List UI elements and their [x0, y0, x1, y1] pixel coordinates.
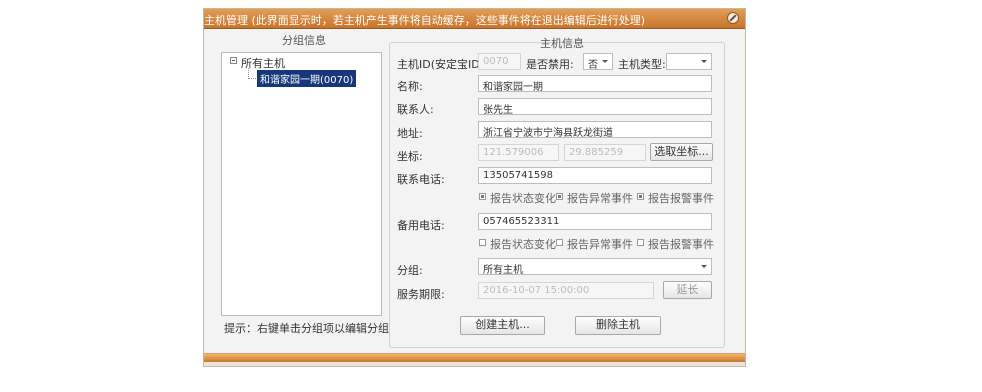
host-management-window: 主机管理 (此界面显示时，若主机产生事件将自动缓存，这些事件将在退出编辑后进行处… — [203, 8, 746, 367]
name-field[interactable]: 和谐家园一期 — [478, 75, 712, 92]
disabled-label: 是否禁用: — [526, 58, 574, 71]
delete-host-button[interactable]: 删除主机 — [575, 316, 661, 335]
chevron-down-icon — [701, 265, 707, 268]
disabled-value: 否 — [588, 60, 598, 71]
phone-report-alarm-checkbox[interactable]: 报告报警事件 — [637, 190, 714, 206]
checkbox-label: 报告异常事件 — [567, 238, 633, 251]
host-type-label: 主机类型: — [618, 58, 666, 71]
backup-report-status-checkbox[interactable]: 报告状态变化 — [479, 236, 556, 252]
group-panel-title: 分组信息 — [282, 34, 326, 47]
backup-report-alarm-checkbox[interactable]: 报告报警事件 — [637, 236, 714, 252]
address-label: 地址: — [397, 127, 423, 140]
group-value: 所有主机 — [483, 265, 523, 276]
phone-report-status-checkbox[interactable]: 报告状态变化 — [479, 190, 556, 206]
title-bar: 主机管理 (此界面显示时，若主机产生事件将自动缓存，这些事件将在退出编辑后进行处… — [204, 9, 745, 29]
service-period-label: 服务期限: — [397, 288, 445, 301]
disabled-select[interactable]: 否 — [583, 53, 613, 71]
checkbox-checked-icon — [637, 193, 644, 200]
host-info-title: 主机信息 — [540, 37, 584, 50]
checkbox-label: 报告状态变化 — [490, 192, 556, 205]
chevron-down-icon — [602, 60, 608, 63]
extend-button[interactable]: 延长 — [663, 281, 712, 299]
coord-label: 坐标: — [397, 150, 423, 163]
checkbox-label: 报告状态变化 — [490, 238, 556, 251]
checkbox-label: 报告报警事件 — [648, 238, 714, 251]
close-icon[interactable] — [727, 12, 739, 24]
checkbox-icon — [479, 239, 486, 246]
tree-item-host[interactable]: 和谐家园一期(0070) — [257, 70, 357, 87]
group-select[interactable]: 所有主机 — [478, 258, 712, 276]
pick-coordinate-button[interactable]: 选取坐标... — [650, 143, 713, 161]
chevron-down-icon — [701, 60, 707, 63]
tree-connector — [248, 78, 256, 79]
checkbox-label: 报告异常事件 — [567, 192, 633, 205]
window-title: 主机管理 (此界面显示时，若主机产生事件将自动缓存，这些事件将在退出编辑后进行处… — [204, 14, 646, 27]
phone-field[interactable]: 13505741598 — [478, 167, 712, 184]
contact-label: 联系人: — [397, 103, 434, 116]
group-label: 分组: — [397, 264, 423, 277]
backup-phone-label: 备用电话: — [397, 219, 445, 232]
address-field[interactable]: 浙江省宁波市宁海县跃龙街道 — [478, 121, 712, 138]
bottom-shadow — [204, 362, 745, 366]
checkbox-checked-icon — [556, 193, 563, 200]
backup-phone-field[interactable]: 057465523311 — [478, 213, 712, 230]
backup-report-fault-checkbox[interactable]: 报告异常事件 — [556, 236, 633, 252]
group-tree[interactable]: 所有主机 和谐家园一期(0070) — [221, 52, 382, 316]
checkbox-label: 报告报警事件 — [648, 192, 714, 205]
checkbox-icon — [637, 239, 644, 246]
name-label: 名称: — [397, 80, 423, 93]
contact-field[interactable]: 张先生 — [478, 98, 712, 115]
checkbox-icon — [556, 239, 563, 246]
create-host-button[interactable]: 创建主机... — [460, 316, 545, 335]
host-type-select[interactable] — [666, 53, 712, 70]
tree-hint: 提示：右键单击分组项以编辑分组 — [224, 322, 389, 335]
service-period-field: 2016-10-07 15:00:00 — [478, 282, 654, 299]
phone-label: 联系电话: — [397, 173, 445, 186]
longitude-field: 121.579006 — [478, 144, 559, 161]
host-id-field: 0070 — [478, 53, 521, 70]
phone-report-fault-checkbox[interactable]: 报告异常事件 — [556, 190, 633, 206]
host-id-label: 主机ID(安定宝ID): — [397, 58, 488, 71]
collapse-icon[interactable] — [230, 57, 237, 64]
latitude-field: 29.885259 — [564, 144, 646, 161]
checkbox-checked-icon — [479, 193, 486, 200]
